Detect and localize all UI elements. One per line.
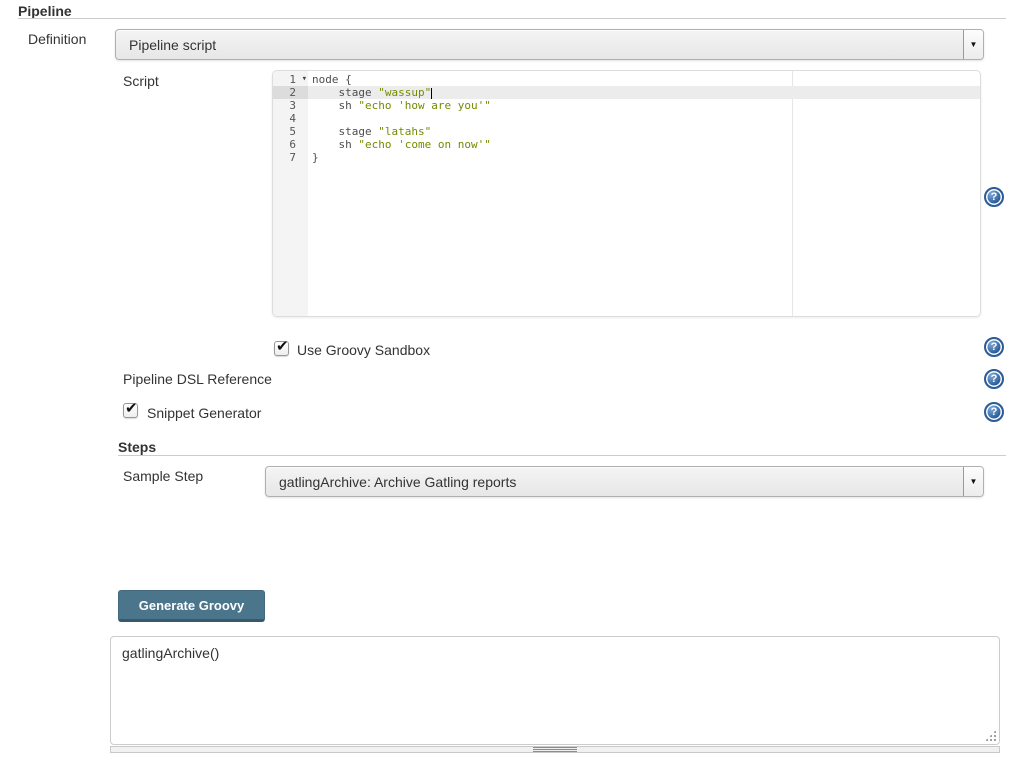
checkmark-icon: ✔ [125, 399, 138, 417]
sample-step-select-value: gatlingArchive: Archive Gatling reports [279, 467, 516, 496]
code-line: stage "wassup" [308, 86, 980, 99]
drag-grip-icon [533, 747, 577, 752]
definition-select[interactable]: Pipeline script ▼ [115, 29, 984, 60]
question-mark-icon: ? [991, 406, 998, 418]
steps-section-divider [118, 455, 1006, 456]
code-line: } [308, 151, 980, 164]
definition-select-arrow[interactable]: ▼ [963, 30, 983, 59]
snippet-generator-label: Snippet Generator [147, 405, 261, 421]
help-icon-sandbox[interactable]: ? [984, 337, 1004, 357]
pipeline-section-divider [18, 18, 1006, 19]
gutter-line-number: 6 [273, 138, 308, 151]
chevron-down-icon: ▼ [970, 41, 978, 49]
definition-label: Definition [28, 31, 86, 47]
code-line: sh "echo 'how are you'" [308, 99, 980, 112]
groovy-output-textarea[interactable]: gatlingArchive() [110, 636, 1000, 745]
help-icon-snippet-generator[interactable]: ? [984, 402, 1004, 422]
steps-section-title: Steps [118, 439, 156, 455]
gutter-line-number: 7 [273, 151, 308, 164]
textarea-drag-handle[interactable] [110, 746, 1000, 753]
code-lines: node { stage "wassup" sh "echo 'how are … [308, 71, 980, 164]
definition-select-value: Pipeline script [129, 30, 216, 59]
gutter-line-number: 2 [273, 86, 308, 99]
fold-arrow-icon[interactable]: ▾ [302, 73, 307, 86]
dsl-reference-label: Pipeline DSL Reference [123, 371, 272, 387]
generate-groovy-button[interactable]: Generate Groovy [118, 590, 265, 622]
gutter-line-number: 5 [273, 125, 308, 138]
code-line: sh "echo 'come on now'" [308, 138, 980, 151]
chevron-down-icon: ▼ [970, 478, 978, 486]
code-line: node { [308, 73, 980, 86]
script-code-editor[interactable]: 1▾234567 node { stage "wassup" sh "echo … [272, 70, 981, 317]
code-line: stage "latahs" [308, 125, 980, 138]
question-mark-icon: ? [991, 373, 998, 385]
snippet-generator-checkbox[interactable]: ✔ [123, 403, 138, 418]
sandbox-label: Use Groovy Sandbox [297, 342, 430, 358]
gutter-line-number: 4 [273, 112, 308, 125]
pipeline-section-title: Pipeline [18, 3, 72, 19]
script-label: Script [123, 73, 159, 89]
groovy-output-value: gatlingArchive() [122, 645, 219, 661]
sample-step-label: Sample Step [123, 468, 203, 484]
help-icon-dsl-reference[interactable]: ? [984, 369, 1004, 389]
help-icon-script[interactable]: ? [984, 187, 1004, 207]
sample-step-select[interactable]: gatlingArchive: Archive Gatling reports … [265, 466, 984, 497]
checkmark-icon: ✔ [276, 337, 289, 355]
sandbox-checkbox[interactable]: ✔ [274, 341, 289, 356]
text-cursor [431, 88, 432, 99]
editor-gutter: 1▾234567 [273, 71, 308, 316]
code-line [308, 112, 980, 125]
resize-grip-icon[interactable] [984, 729, 997, 742]
question-mark-icon: ? [991, 191, 998, 203]
question-mark-icon: ? [991, 341, 998, 353]
sample-step-select-arrow[interactable]: ▼ [963, 467, 983, 496]
gutter-line-number: 3 [273, 99, 308, 112]
pipeline-config-page: Pipeline Definition Pipeline script ▼ Sc… [0, 0, 1014, 757]
gutter-line-number: 1▾ [273, 73, 308, 86]
